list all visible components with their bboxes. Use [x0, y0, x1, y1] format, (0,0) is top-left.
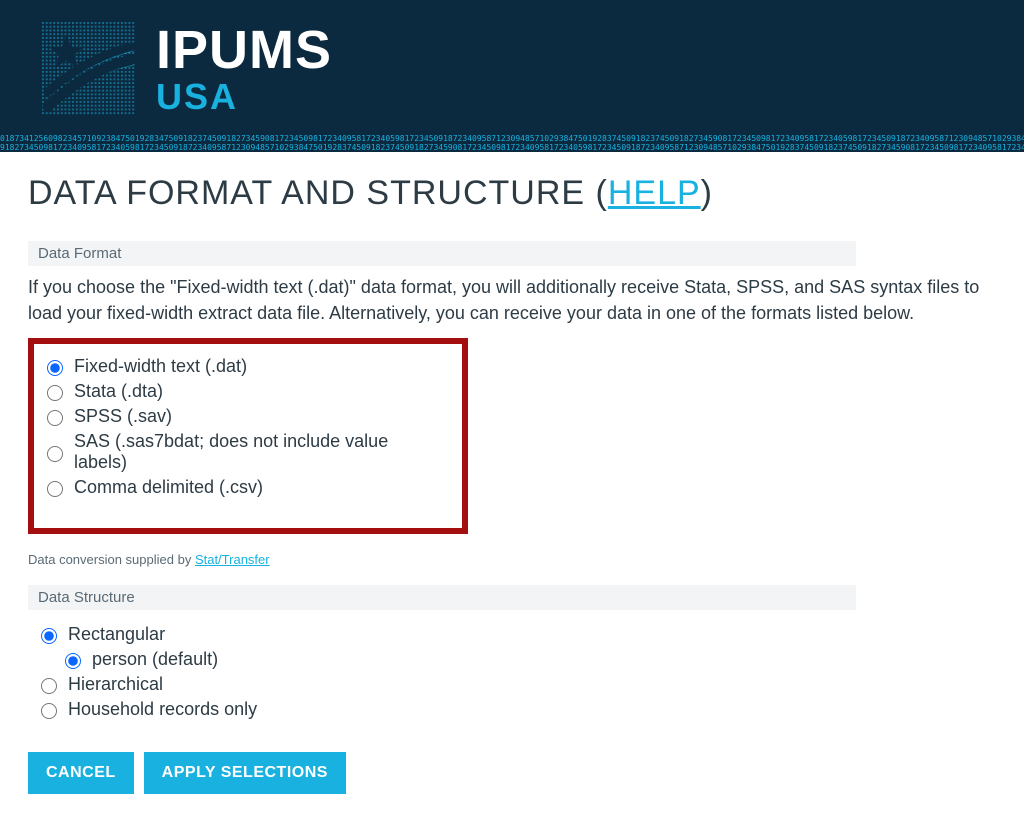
data-format-highlight-box: Fixed-width text (.dat) Stata (.dta) SPSS …: [28, 338, 468, 534]
data-structure-options: Rectangular person (default) Hierarchical H…: [28, 618, 996, 720]
logo[interactable]: IPUMS USA: [40, 22, 1024, 116]
data-structure-option-label: Household records only: [68, 699, 257, 720]
logo-icon: [40, 22, 138, 116]
data-structure-option[interactable]: Rectangular: [36, 624, 996, 645]
data-format-header: Data Format: [28, 241, 856, 266]
data-format-option[interactable]: SAS (.sas7bdat; does not include value l…: [42, 431, 444, 473]
data-format-option-label: Comma delimited (.csv): [74, 477, 263, 498]
data-structure-radio[interactable]: [41, 703, 57, 719]
data-structure-option-label: Hierarchical: [68, 674, 163, 695]
help-link[interactable]: HELP: [608, 174, 701, 212]
data-format-option[interactable]: Stata (.dta): [42, 381, 444, 402]
data-structure-header: Data Structure: [28, 585, 856, 610]
action-buttons: CANCEL APPLY SELECTIONS: [28, 752, 996, 794]
data-format-option-label: SPSS (.sav): [74, 406, 172, 427]
data-format-explain: If you choose the "Fixed-width text (.da…: [28, 274, 996, 326]
help-paren-close: ): [701, 174, 713, 212]
data-structure-radio[interactable]: [41, 678, 57, 694]
cancel-button[interactable]: CANCEL: [28, 752, 134, 794]
data-format-radio[interactable]: [47, 481, 63, 497]
decorative-strip: 0187341256098234571092384750192834750918…: [0, 134, 1024, 152]
data-format-option-label: Fixed-width text (.dat): [74, 356, 247, 377]
logo-text: IPUMS USA: [156, 23, 332, 115]
logo-title-2: USA: [156, 79, 332, 115]
data-structure-option[interactable]: Household records only: [36, 699, 996, 720]
data-structure-option-label: Rectangular: [68, 624, 165, 645]
data-structure-option[interactable]: person (default): [36, 649, 996, 670]
data-format-radio[interactable]: [47, 385, 63, 401]
data-format-options: Fixed-width text (.dat) Stata (.dta) SPSS …: [42, 356, 444, 498]
data-structure-radio[interactable]: [65, 653, 81, 669]
page-title-text: DATA FORMAT AND STRUCTURE: [28, 174, 596, 212]
data-format-option-label: SAS (.sas7bdat; does not include value l…: [74, 431, 444, 473]
logo-title-1: IPUMS: [156, 23, 332, 77]
data-format-radio[interactable]: [47, 446, 63, 462]
data-structure-option[interactable]: Hierarchical: [36, 674, 996, 695]
page-title: DATA FORMAT AND STRUCTURE (HELP): [28, 174, 996, 213]
data-format-radio[interactable]: [47, 410, 63, 426]
main-content: DATA FORMAT AND STRUCTURE (HELP) Data Fo…: [0, 152, 1024, 824]
stat-transfer-link[interactable]: Stat/Transfer: [195, 552, 270, 567]
apply-selections-button[interactable]: APPLY SELECTIONS: [144, 752, 346, 794]
site-header: IPUMS USA: [0, 0, 1024, 134]
data-format-option[interactable]: Fixed-width text (.dat): [42, 356, 444, 377]
data-format-option[interactable]: SPSS (.sav): [42, 406, 444, 427]
data-format-option[interactable]: Comma delimited (.csv): [42, 477, 444, 498]
conversion-note: Data conversion supplied by Stat/Transfe…: [28, 552, 996, 567]
data-format-option-label: Stata (.dta): [74, 381, 163, 402]
conversion-prefix: Data conversion supplied by: [28, 552, 195, 567]
data-format-radio[interactable]: [47, 360, 63, 376]
data-structure-radio[interactable]: [41, 628, 57, 644]
help-paren-open: (: [596, 174, 608, 212]
data-structure-option-label: person (default): [92, 649, 218, 670]
